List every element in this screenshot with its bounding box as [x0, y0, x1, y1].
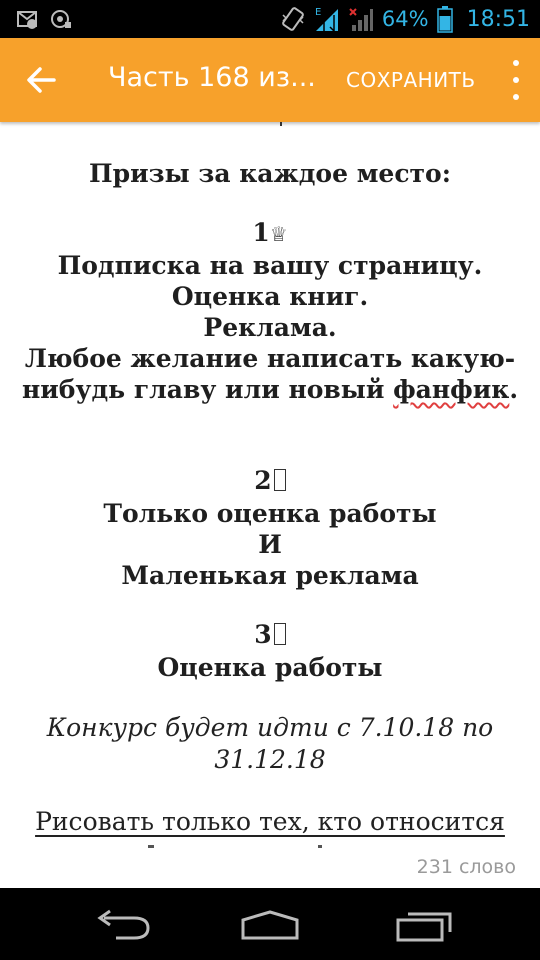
place-1-line: Оценка книг.	[171, 282, 369, 311]
mail-icon	[51, 10, 71, 28]
contest-dates: 31.12.18	[214, 745, 326, 774]
back-nav-icon[interactable]	[90, 908, 160, 942]
svg-text:E: E	[315, 7, 321, 18]
battery-icon	[436, 6, 453, 33]
k-notification-icon	[17, 11, 37, 29]
more-options-icon[interactable]	[510, 60, 522, 100]
prizes-heading: Призы за каждое место:	[89, 159, 451, 188]
place-2-line: Маленькая реклама	[121, 561, 419, 590]
drawing-rule-link[interactable]: Рисовать только тех, кто относится	[0, 806, 540, 838]
place-2-label: 2	[0, 465, 540, 496]
battery-percent: 64%	[381, 7, 429, 31]
signal-e-icon: E	[315, 7, 338, 33]
place-2-line: Только оценка работы	[103, 499, 437, 528]
place-1-line: Подписка на вашу страницу.	[57, 251, 483, 280]
editor-content[interactable]: Призы за каждое место: 1♕ Подписка на ва…	[0, 122, 540, 848]
back-arrow-icon[interactable]	[22, 62, 62, 98]
save-button[interactable]: СОХРАНИТЬ	[346, 68, 476, 92]
place-1-line: нибудь главу или новый фанфик.	[21, 375, 519, 404]
missing-glyph-icon	[273, 623, 286, 645]
home-nav-icon[interactable]	[235, 908, 305, 942]
place-2-line: И	[258, 530, 282, 559]
status-bar: E 64% 18:51	[0, 0, 540, 38]
vibrate-icon	[282, 7, 304, 31]
chapter-title: Часть 168 из...	[108, 62, 316, 93]
place-3-label: 3	[0, 619, 540, 650]
place-1-line: Реклама.	[203, 313, 337, 342]
navigation-bar	[0, 888, 540, 960]
recent-apps-icon[interactable]	[390, 908, 460, 942]
place-3-line: Оценка работы	[157, 653, 383, 682]
app-bar: Часть 168 из... СОХРАНИТЬ	[0, 38, 540, 122]
clipped-text-fragment	[148, 845, 322, 848]
signal-x-icon	[349, 8, 373, 31]
missing-glyph-icon	[273, 469, 286, 491]
spellcheck-word[interactable]: фанфик	[393, 375, 509, 404]
crown-icon: ♕	[269, 222, 288, 246]
clock: 18:51	[466, 6, 530, 32]
word-count: 231 слово	[416, 856, 516, 878]
place-1-line: Любое желание написать какую-	[24, 344, 516, 373]
clipped-text-fragment	[280, 122, 288, 126]
place-1-label: 1♕	[252, 218, 288, 247]
contest-dates: Конкурс будет идти с 7.10.18 по	[46, 713, 494, 742]
